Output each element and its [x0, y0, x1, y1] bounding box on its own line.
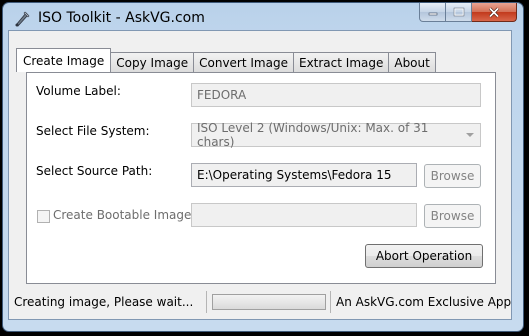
tab-create-image[interactable]: Create Image: [16, 48, 112, 72]
file-system-label: Select File System:: [36, 124, 150, 138]
maximize-icon: [453, 7, 464, 17]
browse-label: Browse: [430, 169, 475, 183]
volume-label-label: Volume Label:: [36, 84, 121, 98]
minimize-icon: [428, 12, 437, 16]
volume-label-field[interactable]: FEDORA: [191, 83, 481, 107]
tab-convert-image[interactable]: Convert Image: [193, 52, 294, 72]
tab-label: Convert Image: [199, 55, 288, 70]
tab-copy-image[interactable]: Copy Image: [110, 52, 195, 72]
source-path-label: Select Source Path:: [36, 164, 153, 178]
source-path-value: E:\Operating Systems\Fedora 15: [197, 168, 392, 182]
tab-label: Extract Image: [298, 55, 384, 70]
bootable-browse-button[interactable]: Browse: [424, 204, 481, 228]
bootable-label: Create Bootable Image: [53, 208, 192, 222]
tab-label: Create Image: [23, 53, 105, 68]
status-credit: An AskVG.com Exclusive App: [336, 295, 512, 309]
close-button[interactable]: [472, 3, 517, 22]
tab-label: About: [394, 55, 430, 70]
source-browse-button[interactable]: Browse: [424, 164, 481, 188]
status-separator: [206, 291, 207, 313]
bootable-image-field[interactable]: [191, 203, 417, 227]
tab-label: Copy Image: [116, 55, 189, 70]
progress-bar: [212, 294, 326, 310]
abort-label: Abort Operation: [375, 249, 473, 263]
minimize-button[interactable]: [419, 3, 446, 22]
tab-strip: Create Image Copy Image Convert Image Ex…: [16, 48, 436, 72]
title-bar[interactable]: ISO Toolkit - AskVG.com: [3, 3, 523, 33]
app-icon: [15, 11, 30, 27]
bootable-checkbox[interactable]: [37, 210, 50, 223]
browse-label: Browse: [430, 209, 475, 223]
file-system-value: ISO Level 2 (Windows/Unix: Max. of 31 ch…: [197, 121, 429, 149]
status-message: Creating image, Please wait...: [14, 295, 194, 309]
status-separator: [330, 291, 331, 313]
tab-extract-image[interactable]: Extract Image: [292, 52, 390, 72]
source-path-field[interactable]: E:\Operating Systems\Fedora 15: [191, 163, 417, 187]
abort-operation-button[interactable]: Abort Operation: [365, 244, 483, 268]
chevron-down-icon: [466, 133, 474, 137]
volume-label-value: FEDORA: [197, 88, 247, 102]
maximize-button[interactable]: [446, 3, 472, 22]
window-title: ISO Toolkit - AskVG.com: [38, 10, 205, 26]
tab-panel: Volume Label: FEDORA Select File System:…: [26, 72, 496, 284]
close-icon: [488, 6, 500, 18]
file-system-select[interactable]: ISO Level 2 (Windows/Unix: Max. of 31 ch…: [191, 121, 481, 149]
caption-buttons: [419, 3, 517, 22]
tab-about[interactable]: About: [388, 52, 436, 72]
